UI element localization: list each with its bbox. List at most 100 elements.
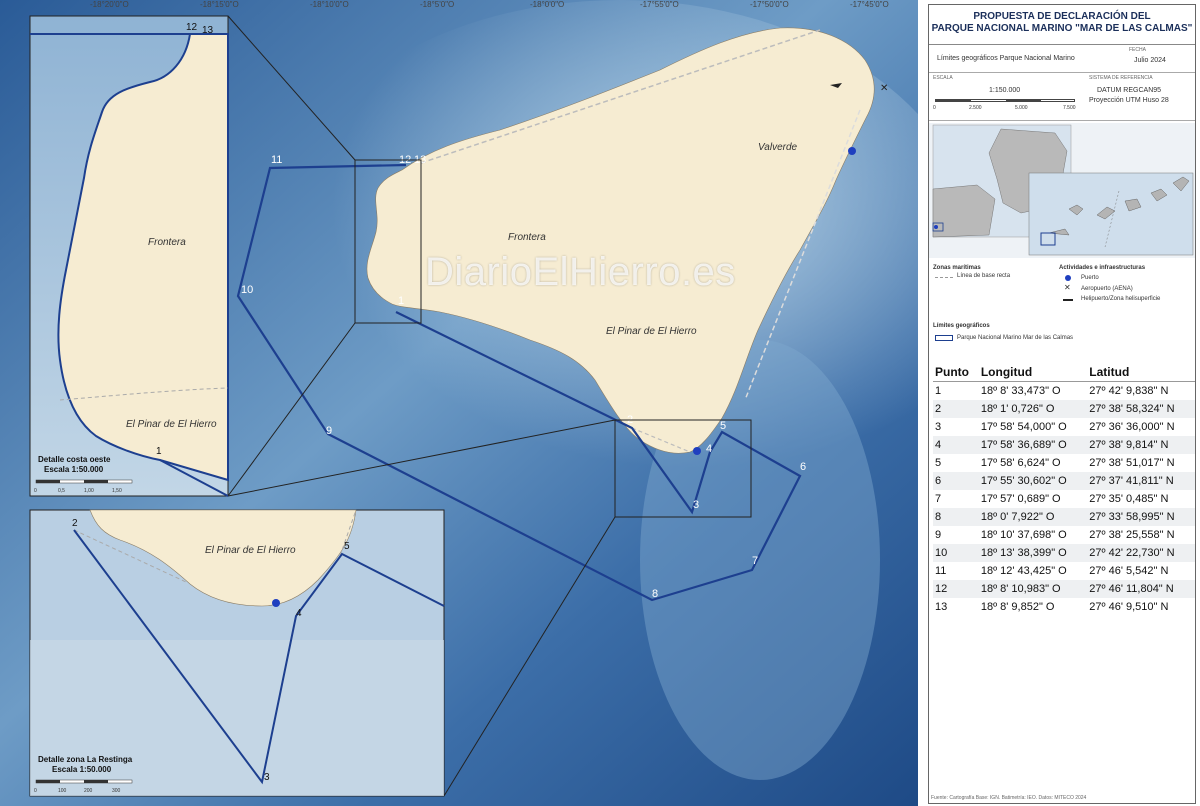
legend-baseline-swatch (935, 277, 953, 278)
legend-zonas-title: Zonas marítimas (933, 265, 981, 271)
main-map[interactable]: ✕ Valverde Frontera El Pinar de El Hierr… (0, 0, 918, 806)
cell-latitud: 27º 42' 9,838" N (1089, 384, 1169, 397)
inset-restinga-scale-3: 300 (112, 788, 121, 794)
inset-west-caption-1: Detalle costa oeste (38, 455, 111, 464)
place-label-el-pinar: El Pinar de El Hierro (606, 326, 697, 337)
legend-parque: Parque Nacional Marino Mar de las Calmas (957, 335, 1074, 341)
cell-latitud: 27º 33' 58,995" N (1087, 507, 1195, 526)
point-label-10: 10 (241, 284, 253, 296)
locator-minimap-svg (929, 123, 1195, 258)
cell-punto: 1 (935, 384, 942, 397)
cell-longitud: 17º 57' 0,689" O (980, 492, 1061, 505)
port-marker-valverde (848, 147, 856, 155)
panel-scale-tick-3: 7.500 (1063, 105, 1076, 111)
cell-punto: 9 (935, 528, 942, 541)
cell-punto: 11 (935, 564, 947, 577)
table-row: 4 17º 58' 36,689" O 27º 38' 9,814" N (933, 435, 1195, 454)
cell-punto: 3 (935, 420, 942, 433)
cell-latitud: 27º 38' 58,324" N (1087, 399, 1195, 418)
table-row: 6 17º 55' 30,602" O 27º 37' 41,811" N (933, 471, 1195, 490)
table-row: 1 18º 8' 33,473" O 27º 42' 9,838" N (933, 382, 1195, 400)
point-label-3: 3 (693, 499, 699, 511)
cell-longitud: 18º 12' 43,425" O (980, 564, 1067, 577)
legend-parque-swatch (935, 335, 953, 341)
place-label-valverde: Valverde (758, 142, 798, 153)
panel-datum-label: SISTEMA DE REFERENCIA (1089, 75, 1153, 81)
table-row: 10 18º 13' 38,399" O 27º 42' 22,730" N (933, 543, 1195, 562)
legend-puerto: Puerto (1081, 275, 1099, 281)
legend-helipuerto: Helipuerto/Zona helisuperficie (1081, 296, 1161, 302)
inset-west-scale-2: 1,00 (84, 488, 94, 494)
point-label-11: 11 (271, 154, 282, 166)
inset-west-scalebar (35, 479, 133, 484)
cell-latitud: 27º 38' 51,017" N (1089, 456, 1175, 469)
cell-latitud: 27º 37' 41,811" N (1087, 471, 1195, 490)
coordinates-table: Punto Longitud Latitud 1 18º 8' 33,473" O… (933, 363, 1195, 616)
point-label-1: 1 (398, 295, 404, 307)
panel-projection: Proyección UTM Huso 28 (1089, 97, 1169, 104)
port-marker-la-restinga (693, 447, 701, 455)
panel-subtitle: Límites geográficos Parque Nacional Mari… (937, 55, 1075, 62)
table-row: 7 17º 57' 0,689" O 27º 35' 0,485" N (933, 490, 1195, 508)
cell-longitud: 18º 10' 37,698" O (980, 528, 1067, 541)
cell-longitud: 17º 58' 54,000" O (980, 420, 1067, 433)
cell-longitud: 18º 8' 10,983" O (978, 579, 1088, 598)
coordinates-table-header: Punto Longitud Latitud (933, 363, 1195, 382)
airport-icon: ✕ (1064, 283, 1071, 292)
panel-scale-tick-0: 0 (933, 105, 936, 111)
cell-punto: 7 (935, 492, 942, 505)
top-tick-7: -17°45'0"O (850, 0, 889, 9)
top-tick-2: -18°10'0"O (310, 0, 349, 9)
table-row: 13 18º 8' 9,852" O 27º 46' 9,510" N (933, 598, 1195, 616)
table-row: 8 18º 0' 7,922" O 27º 33' 58,995" N (933, 507, 1195, 526)
cell-punto: 8 (933, 507, 979, 526)
legend-limites-title: Límites geográficos (933, 323, 990, 329)
legend-aeropuerto: Aeropuerto (AENA) (1081, 286, 1133, 292)
panel-date-label: FECHA (1129, 47, 1146, 53)
top-tick-1: -18°15'0"O (200, 0, 239, 9)
place-label-frontera: Frontera (508, 232, 546, 243)
table-row: 9 18º 10' 37,698" O 27º 38' 25,558" N (933, 526, 1195, 544)
panel-scale-tick-2: 5.000 (1015, 105, 1028, 111)
map-legend-panel: PROPUESTA DE DECLARACIÓN DEL PARQUE NACI… (928, 4, 1196, 804)
cell-latitud: 27º 38' 25,558" N (1089, 528, 1175, 541)
cell-longitud: 18º 1' 0,726" O (978, 399, 1088, 418)
col-header-longitud: Longitud (978, 363, 1088, 382)
coordinates-table-body: 1 18º 8' 33,473" O 27º 42' 9,838" N 2 18º 1'… (933, 382, 1195, 616)
inset-west-scale-3: 1,50 (112, 488, 122, 494)
cell-punto: 12 (933, 579, 979, 598)
inset-west-scale-0: 0 (34, 488, 37, 494)
cell-longitud: 18º 8' 33,473" O (980, 384, 1061, 397)
inset-restinga-point-4: 4 (296, 608, 302, 619)
locator-minimap (929, 123, 1195, 258)
top-tick-4: -18°0'0"O (530, 0, 564, 9)
inset-west-point-1: 1 (156, 446, 162, 457)
table-row: 12 18º 8' 10,983" O 27º 46' 11,804" N (933, 579, 1195, 598)
cell-latitud: 27º 46' 11,804" N (1087, 579, 1195, 598)
table-row: 2 18º 1' 0,726" O 27º 38' 58,324" N (933, 399, 1195, 418)
cell-punto: 13 (935, 600, 948, 613)
map-legend: Zonas marítimas Línea de base recta Acti… (933, 261, 1191, 357)
inset-restinga-point-3: 3 (264, 772, 270, 783)
cell-latitud: 27º 38' 9,814" N (1087, 435, 1195, 454)
inset-west-point-12: 12 (186, 22, 198, 33)
inset-west-label-frontera: Frontera (148, 237, 186, 248)
cell-longitud: 17º 58' 36,689" O (978, 435, 1088, 454)
cell-punto: 4 (933, 435, 979, 454)
col-header-punto: Punto (933, 363, 979, 382)
point-label-6: 6 (800, 461, 806, 473)
panel-scale-label: ESCALA (933, 75, 953, 81)
panel-scale-row: ESCALA 1:150.000 0 2.500 5.000 7.500 SIS… (929, 73, 1195, 121)
panel-footnote: Fuente: Cartografía Base: IGN. Batimetrí… (931, 795, 1087, 801)
point-label-4: 4 (706, 443, 712, 455)
map-document: ✕ Valverde Frontera El Pinar de El Hierr… (0, 0, 1200, 806)
cell-longitud: 18º 0' 7,922" O (978, 507, 1088, 526)
panel-title: PROPUESTA DE DECLARACIÓN DEL PARQUE NACI… (929, 5, 1195, 45)
inset-restinga-caption-2: Escala 1:50.000 (52, 765, 112, 774)
panel-date: Julio 2024 (1134, 57, 1166, 64)
inset-restinga-scale-0: 0 (34, 788, 37, 794)
inset-restinga-label-el-pinar: El Pinar de El Hierro (205, 545, 296, 556)
top-tick-3: -18°5'0"O (420, 0, 454, 9)
cell-longitud: 18º 8' 9,852" O (980, 600, 1055, 613)
cell-punto: 10 (933, 543, 979, 562)
